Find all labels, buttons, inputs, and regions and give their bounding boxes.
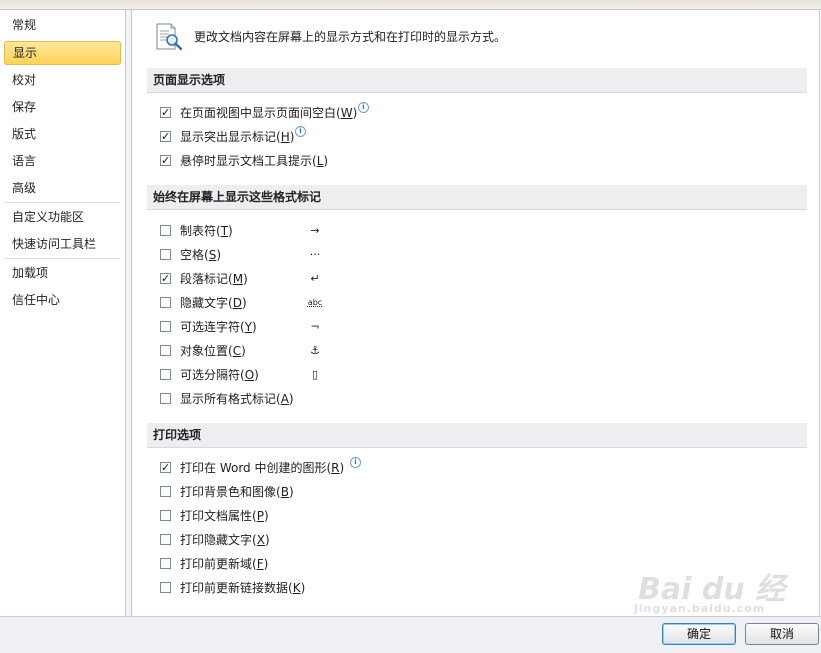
optional-break-icon: ▯ <box>311 368 319 381</box>
option-label: 显示所有格式标记 <box>180 392 277 406</box>
access-key: F <box>256 557 264 571</box>
sidebar-item-proofing[interactable]: 校对 <box>4 68 121 92</box>
anchor-icon: ⚓ <box>310 344 320 357</box>
access-key: R <box>331 461 340 475</box>
update-fields-checkbox[interactable] <box>160 558 171 569</box>
options-sidebar: 常规 显示 校对 保存 版式 语言 高级 自定义功能区 快速访问工具栏 加载项 … <box>0 10 126 616</box>
access-key: O <box>244 368 255 382</box>
option-label: 制表符 <box>180 224 217 238</box>
show-whitespace-checkbox[interactable] <box>160 104 171 122</box>
sidebar-item-general[interactable]: 常规 <box>4 13 121 37</box>
object-anchors-checkbox[interactable] <box>160 345 171 356</box>
option-label: 打印前更新链接数据 <box>180 581 289 595</box>
document-magnifier-icon <box>154 22 184 52</box>
access-key: L <box>316 154 324 168</box>
print-properties-checkbox[interactable] <box>160 510 171 521</box>
optional-hyphens-checkbox[interactable] <box>160 321 171 332</box>
sidebar-divider <box>4 202 120 203</box>
access-key: B <box>280 485 289 499</box>
option-label: 段落标记 <box>180 272 229 286</box>
cancel-button[interactable]: 取消 <box>745 623 819 645</box>
show-all-marks-checkbox[interactable] <box>160 393 171 404</box>
spaces-checkbox[interactable] <box>160 249 171 260</box>
hyphen-mark-icon: ¬ <box>310 320 320 333</box>
section-page-display-title: 页面显示选项 <box>147 68 807 93</box>
access-key: T <box>220 224 229 238</box>
sidebar-item-advanced[interactable]: 高级 <box>4 176 121 200</box>
sidebar-item-display[interactable]: 显示 <box>4 41 121 65</box>
sidebar-item-customize-ribbon[interactable]: 自定义功能区 <box>4 205 121 229</box>
print-hidden-text-checkbox[interactable] <box>160 534 171 545</box>
option-label: 悬停时显示文档工具提示 <box>180 154 313 168</box>
option-label: 可选连字符 <box>180 320 241 334</box>
sidebar-item-save[interactable]: 保存 <box>4 95 121 119</box>
info-icon[interactable]: i <box>350 457 361 468</box>
sidebar-item-trust-center[interactable]: 信任中心 <box>4 288 121 312</box>
show-tooltips-checkbox[interactable] <box>160 152 171 170</box>
access-key: M <box>232 272 244 286</box>
option-label: 打印背景色和图像 <box>180 485 277 499</box>
section-format-marks-title: 始终在屏幕上显示这些格式标记 <box>147 185 807 210</box>
space-dots-icon: ··· <box>309 248 321 261</box>
paragraph-return-icon: ↵ <box>310 272 320 285</box>
dialog-footer: 确定 取消 <box>0 616 821 653</box>
option-label: 打印前更新域 <box>180 557 253 571</box>
hidden-text-checkbox[interactable] <box>160 297 171 308</box>
access-key: K <box>292 581 301 595</box>
optional-breaks-checkbox[interactable] <box>160 369 171 380</box>
sidebar-item-layout[interactable]: 版式 <box>4 122 121 146</box>
tab-characters-checkbox[interactable] <box>160 225 171 236</box>
option-label: 对象位置 <box>180 344 229 358</box>
option-label: 显示突出显示标记 <box>180 130 277 144</box>
show-highlighter-checkbox[interactable] <box>160 128 171 146</box>
option-label: 打印隐藏文字 <box>180 533 253 547</box>
option-label: 可选分隔符 <box>180 368 241 382</box>
hidden-text-icon: abc <box>307 298 323 307</box>
sidebar-item-language[interactable]: 语言 <box>4 149 121 173</box>
window-top-strip <box>0 0 821 10</box>
option-label: 空格 <box>180 248 205 262</box>
option-label: 在页面视图中显示页面间空白 <box>180 106 337 120</box>
sidebar-divider <box>4 258 120 259</box>
access-key: H <box>280 130 290 144</box>
page-description: 更改文档内容在屏幕上的显示方式和在打印时的显示方式。 <box>194 30 507 44</box>
paragraph-marks-checkbox[interactable] <box>160 270 171 288</box>
tab-arrow-icon: → <box>310 224 320 237</box>
access-key: S <box>208 248 217 262</box>
display-options-panel: 更改文档内容在屏幕上的显示方式和在打印时的显示方式。 页面显示选项 在页面视图中… <box>131 10 820 616</box>
access-key: Y <box>244 320 253 334</box>
print-drawings-checkbox[interactable] <box>160 459 171 477</box>
ok-button[interactable]: 确定 <box>662 623 736 645</box>
section-print-title: 打印选项 <box>147 423 807 448</box>
access-key: P <box>256 509 264 523</box>
print-background-checkbox[interactable] <box>160 486 171 497</box>
access-key: C <box>232 344 242 358</box>
option-label: 隐藏文字 <box>180 296 229 310</box>
sidebar-item-quick-access-toolbar[interactable]: 快速访问工具栏 <box>4 232 121 256</box>
access-key: X <box>256 533 265 547</box>
update-linked-data-checkbox[interactable] <box>160 582 171 593</box>
access-key: D <box>232 296 242 310</box>
info-icon[interactable]: i <box>358 102 369 113</box>
option-label: 打印在 Word 中创建的图形 <box>180 461 327 475</box>
access-key: W <box>340 106 353 120</box>
sidebar-item-add-ins[interactable]: 加载项 <box>4 261 121 285</box>
info-icon[interactable]: i <box>295 126 306 137</box>
option-label: 打印文档属性 <box>180 509 253 523</box>
access-key: A <box>280 392 289 406</box>
